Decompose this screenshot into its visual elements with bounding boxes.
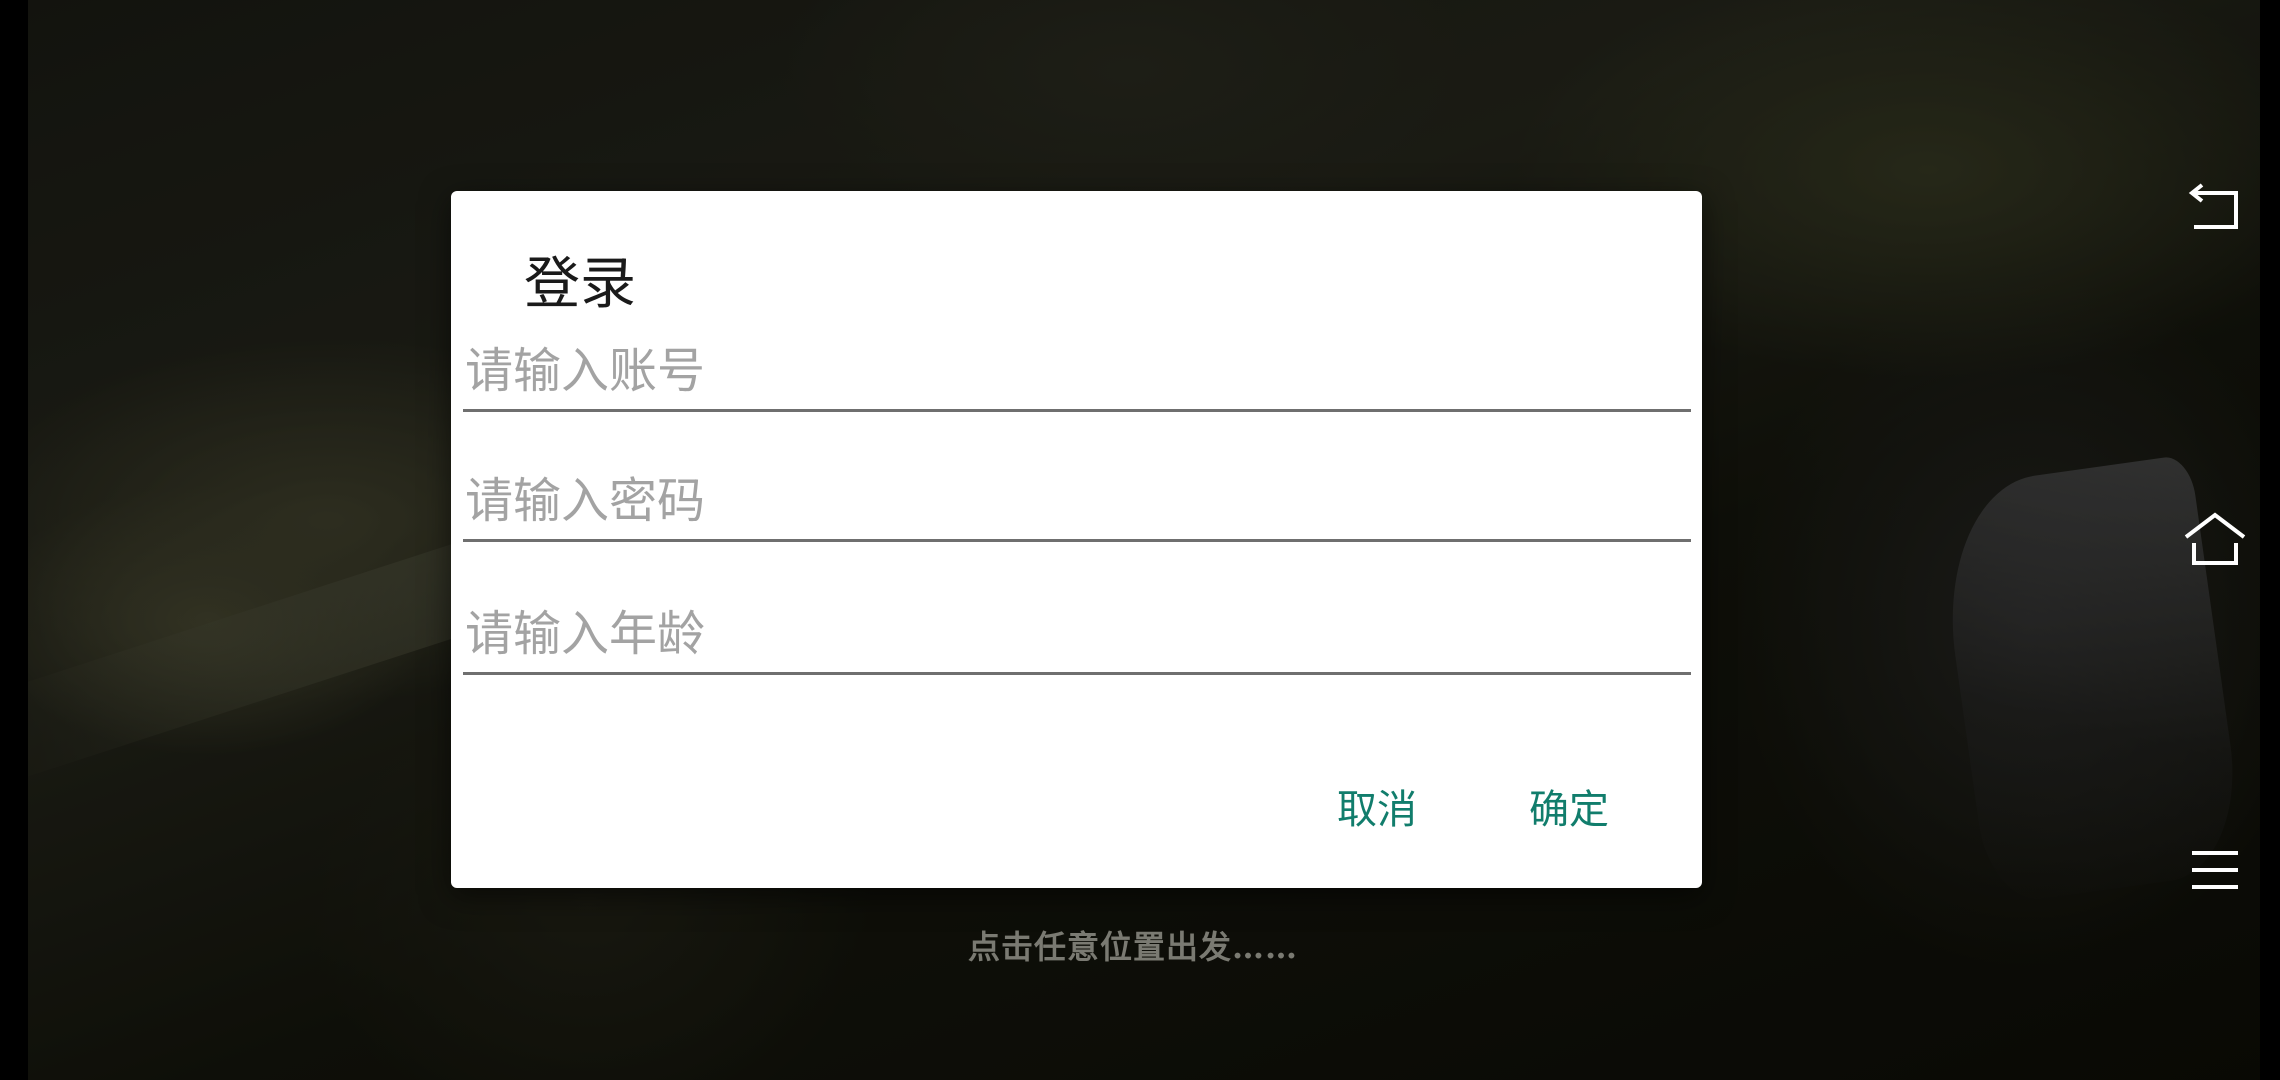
nav-home-button[interactable]: [2180, 505, 2250, 575]
password-field-container: [463, 459, 1693, 542]
nav-menu-button[interactable]: [2180, 835, 2250, 905]
login-dialog: 登录 取消 确定: [451, 191, 1702, 888]
dialog-title: 登录: [524, 252, 636, 317]
account-field-container: [463, 329, 1693, 412]
confirm-button[interactable]: 确定: [1529, 776, 1609, 844]
password-input[interactable]: [463, 469, 1693, 533]
age-input[interactable]: [463, 602, 1693, 666]
back-icon: [2188, 183, 2238, 229]
left-letterbox: [0, 0, 28, 1080]
account-input[interactable]: [463, 339, 1693, 403]
menu-icon: [2192, 851, 2238, 889]
nav-back-button[interactable]: [2180, 175, 2250, 245]
cancel-button[interactable]: 取消: [1337, 776, 1417, 844]
game-screen[interactable]: 点击任意位置出发…… 登录 取消 确定: [0, 0, 2280, 1080]
home-icon: [2184, 512, 2246, 565]
age-field-container: [463, 592, 1693, 675]
tap-anywhere-hint: 点击任意位置出发……: [968, 928, 1299, 966]
right-letterbox: [2260, 0, 2280, 1080]
